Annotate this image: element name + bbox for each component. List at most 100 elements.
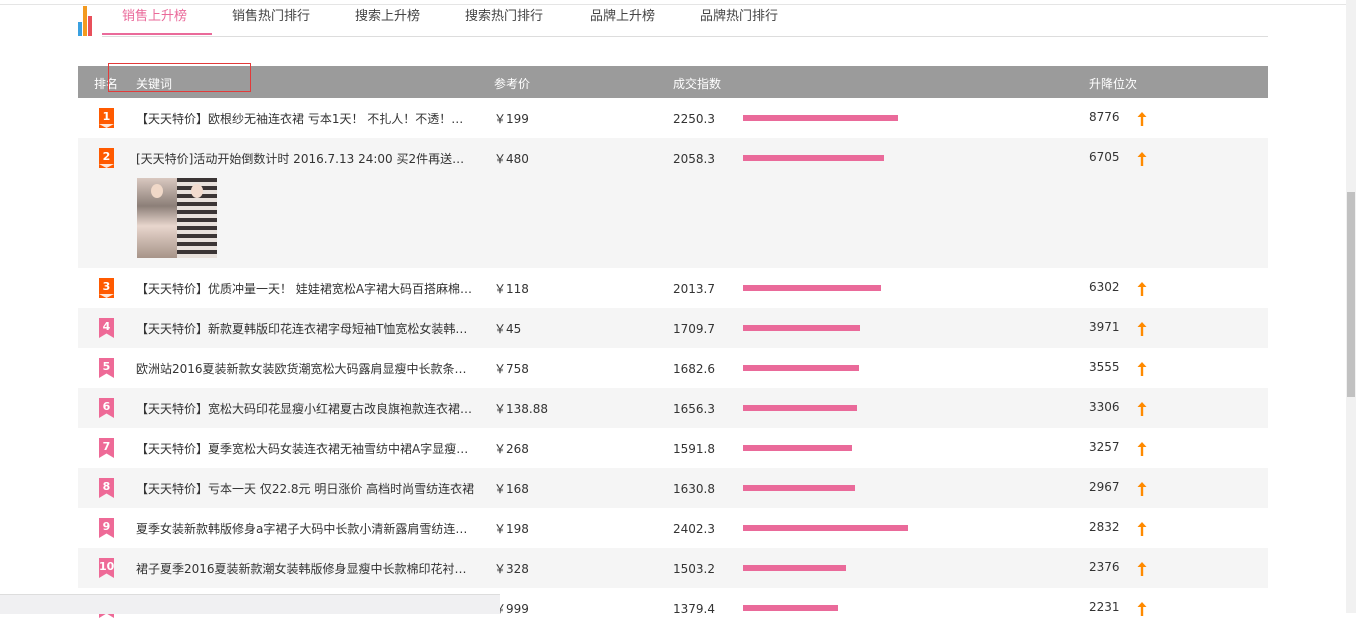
rank-badge: 10 (99, 558, 114, 578)
chart-logo-icon (78, 6, 98, 36)
product-title-link[interactable]: 【天天特价】新款夏韩版印花连衣裙字母短袖T恤宽松女装韩… (136, 320, 476, 337)
product-thumbnail[interactable] (137, 178, 217, 258)
header-score: 成交指数 (673, 77, 722, 91)
rank-badge: 8 (99, 478, 114, 498)
rank-badge: 9 (99, 518, 114, 538)
rank-badge: 7 (99, 438, 114, 458)
rank-number: 8 (102, 480, 111, 493)
deal-index-value: 2402.3 (673, 522, 715, 536)
rank-change-value: 3555 (1089, 360, 1120, 374)
product-title-link[interactable]: 欧洲站2016夏装新款女装欧货潮宽松大码露肩显瘦中长款条… (136, 360, 476, 377)
ranking-tabs: 销售上升榜 销售热门排行 搜索上升榜 搜索热门排行 品牌上升榜 品牌热门排行 (102, 0, 1268, 37)
product-title-link[interactable]: [天天特价]活动开始倒数计时 2016.7.13 24:00 买2件再送船袜… (136, 150, 476, 167)
deal-index-value: 1503.2 (673, 562, 715, 576)
reference-price: ￥118 (494, 282, 529, 296)
deal-index-value: 1591.8 (673, 442, 715, 456)
selection-highlight-box (108, 63, 251, 92)
rank-number: 7 (102, 440, 111, 453)
product-title-link[interactable]: 裙子夏季2016夏装新款潮女装韩版修身显瘦中长款棉印花衬… (136, 560, 476, 577)
scrollbar-thumb[interactable] (1347, 192, 1355, 397)
tab-search-rising[interactable]: 搜索上升榜 (355, 5, 420, 35)
arrow-up-icon (1136, 361, 1148, 377)
rank-change-value: 3971 (1089, 320, 1120, 334)
deal-index-bar (743, 325, 860, 331)
deal-index-bar (743, 445, 852, 451)
rank-change-value: 6302 (1089, 280, 1120, 294)
rank-change-value: 3257 (1089, 440, 1120, 454)
bottom-status-panel (0, 594, 500, 614)
deal-index-value: 1630.8 (673, 482, 715, 496)
reference-price: ￥758 (494, 362, 529, 376)
deal-index-value: 1656.3 (673, 402, 715, 416)
product-title-link[interactable]: 【天天特价】亏本一天 仅22.8元 明日涨价 高档时尚雪纺连衣裙 (136, 480, 476, 497)
deal-index-value: 2250.3 (673, 112, 715, 126)
rank-change-value: 2967 (1089, 480, 1120, 494)
table-row[interactable]: 9 夏季女装新款韩版修身a字裙子大码中长款小清新露肩雪纺连… ￥198 2402.3 2… (78, 508, 1268, 548)
reference-price: ￥199 (494, 112, 529, 126)
deal-index-bar (743, 565, 846, 571)
table-row[interactable]: 1 【天天特价】欧根纱无袖连衣裙 亏本1天！ 不扎人！不透！… ￥199 2250.3… (78, 98, 1268, 138)
rank-change-value: 8776 (1089, 110, 1120, 124)
tab-sales-rising[interactable]: 销售上升榜 (122, 5, 187, 35)
deal-index-value: 2058.3 (673, 152, 715, 166)
table-header: 排名 关键词 参考价 成交指数 升降位次 (78, 66, 1268, 98)
table-row[interactable]: 10 裙子夏季2016夏装新款潮女装韩版修身显瘦中长款棉印花衬… ￥328 1503.… (78, 548, 1268, 588)
rank-number: 4 (102, 320, 111, 333)
rank-number: 10 (99, 560, 115, 573)
deal-index-value: 1709.7 (673, 322, 715, 336)
product-title-link[interactable]: 夏季女装新款韩版修身a字裙子大码中长款小清新露肩雪纺连… (136, 520, 476, 537)
tab-brand-hot[interactable]: 品牌热门排行 (700, 5, 778, 35)
product-title-link[interactable]: 【天天特价】优质冲量一天！ 娃娃裙宽松A字裙大码百搭麻棉… (136, 280, 476, 297)
deal-index-bar (743, 285, 881, 291)
product-title-link[interactable]: 【天天特价】欧根纱无袖连衣裙 亏本1天！ 不扎人！不透！… (136, 110, 476, 127)
tab-sales-hot[interactable]: 销售热门排行 (232, 5, 310, 35)
rank-badge: 2 (99, 148, 114, 168)
deal-index-bar (743, 605, 838, 611)
tab-brand-rising[interactable]: 品牌上升榜 (590, 5, 655, 35)
rank-badge: 6 (99, 398, 114, 418)
header-price: 参考价 (494, 77, 531, 91)
rank-change-value: 2832 (1089, 520, 1120, 534)
vertical-scrollbar[interactable] (1346, 0, 1356, 613)
deal-index-bar (743, 525, 908, 531)
deal-index-bar (743, 155, 884, 161)
arrow-up-icon (1136, 111, 1148, 127)
table-row[interactable]: 5 欧洲站2016夏装新款女装欧货潮宽松大码露肩显瘦中长款条… ￥758 1682.6… (78, 348, 1268, 388)
table-row[interactable]: 3 【天天特价】优质冲量一天！ 娃娃裙宽松A字裙大码百搭麻棉… ￥118 2013.7… (78, 268, 1268, 308)
arrow-up-icon (1136, 401, 1148, 417)
deal-index-value: 1379.4 (673, 602, 715, 616)
deal-index-bar (743, 405, 857, 411)
table-row[interactable]: 7 【天天特价】夏季宽松大码女装连衣裙无袖雪纺中裙A字显瘦… ￥268 1591.8 3… (78, 428, 1268, 468)
rank-change-value: 2231 (1089, 600, 1120, 614)
product-title-link[interactable]: 【天天特价】夏季宽松大码女装连衣裙无袖雪纺中裙A字显瘦… (136, 440, 476, 457)
arrow-up-icon (1136, 521, 1148, 537)
deal-index-value: 1682.6 (673, 362, 715, 376)
reference-price: ￥198 (494, 522, 529, 536)
arrow-up-icon (1136, 481, 1148, 497)
rank-number: 6 (102, 400, 111, 413)
product-title-link[interactable]: 【天天特价】宽松大码印花显瘦小红裙夏古改良旗袍款连衣裙… (136, 400, 476, 417)
arrow-up-icon (1136, 151, 1148, 167)
reference-price: ￥138.88 (494, 402, 548, 416)
rank-number: 9 (102, 520, 111, 533)
table-row[interactable]: 4 【天天特价】新款夏韩版印花连衣裙字母短袖T恤宽松女装韩… ￥45 1709.7 39… (78, 308, 1268, 348)
rank-badge: 3 (99, 278, 114, 298)
active-tab-indicator (102, 33, 212, 35)
table-row[interactable]: 8 【天天特价】亏本一天 仅22.8元 明日涨价 高档时尚雪纺连衣裙 ￥168 163… (78, 468, 1268, 508)
arrow-up-icon (1136, 321, 1148, 337)
header-rise: 升降位次 (1089, 77, 1138, 91)
table-row[interactable]: 2 [天天特价]活动开始倒数计时 2016.7.13 24:00 买2件再送船袜…… (78, 138, 1268, 268)
table-row[interactable]: 6 【天天特价】宽松大码印花显瘦小红裙夏古改良旗袍款连衣裙… ￥138.88 1656… (78, 388, 1268, 428)
reference-price: ￥480 (494, 152, 529, 166)
deal-index-bar (743, 115, 898, 121)
rank-number: 1 (102, 110, 111, 123)
arrow-up-icon (1136, 441, 1148, 457)
rank-number: 5 (102, 360, 111, 373)
rank-change-value: 2376 (1089, 560, 1120, 574)
reference-price: ￥45 (494, 322, 522, 336)
arrow-up-icon (1136, 561, 1148, 577)
tab-search-hot[interactable]: 搜索热门排行 (465, 5, 543, 35)
rank-number: 2 (102, 150, 111, 163)
deal-index-bar (743, 365, 859, 371)
rank-change-value: 3306 (1089, 400, 1120, 414)
